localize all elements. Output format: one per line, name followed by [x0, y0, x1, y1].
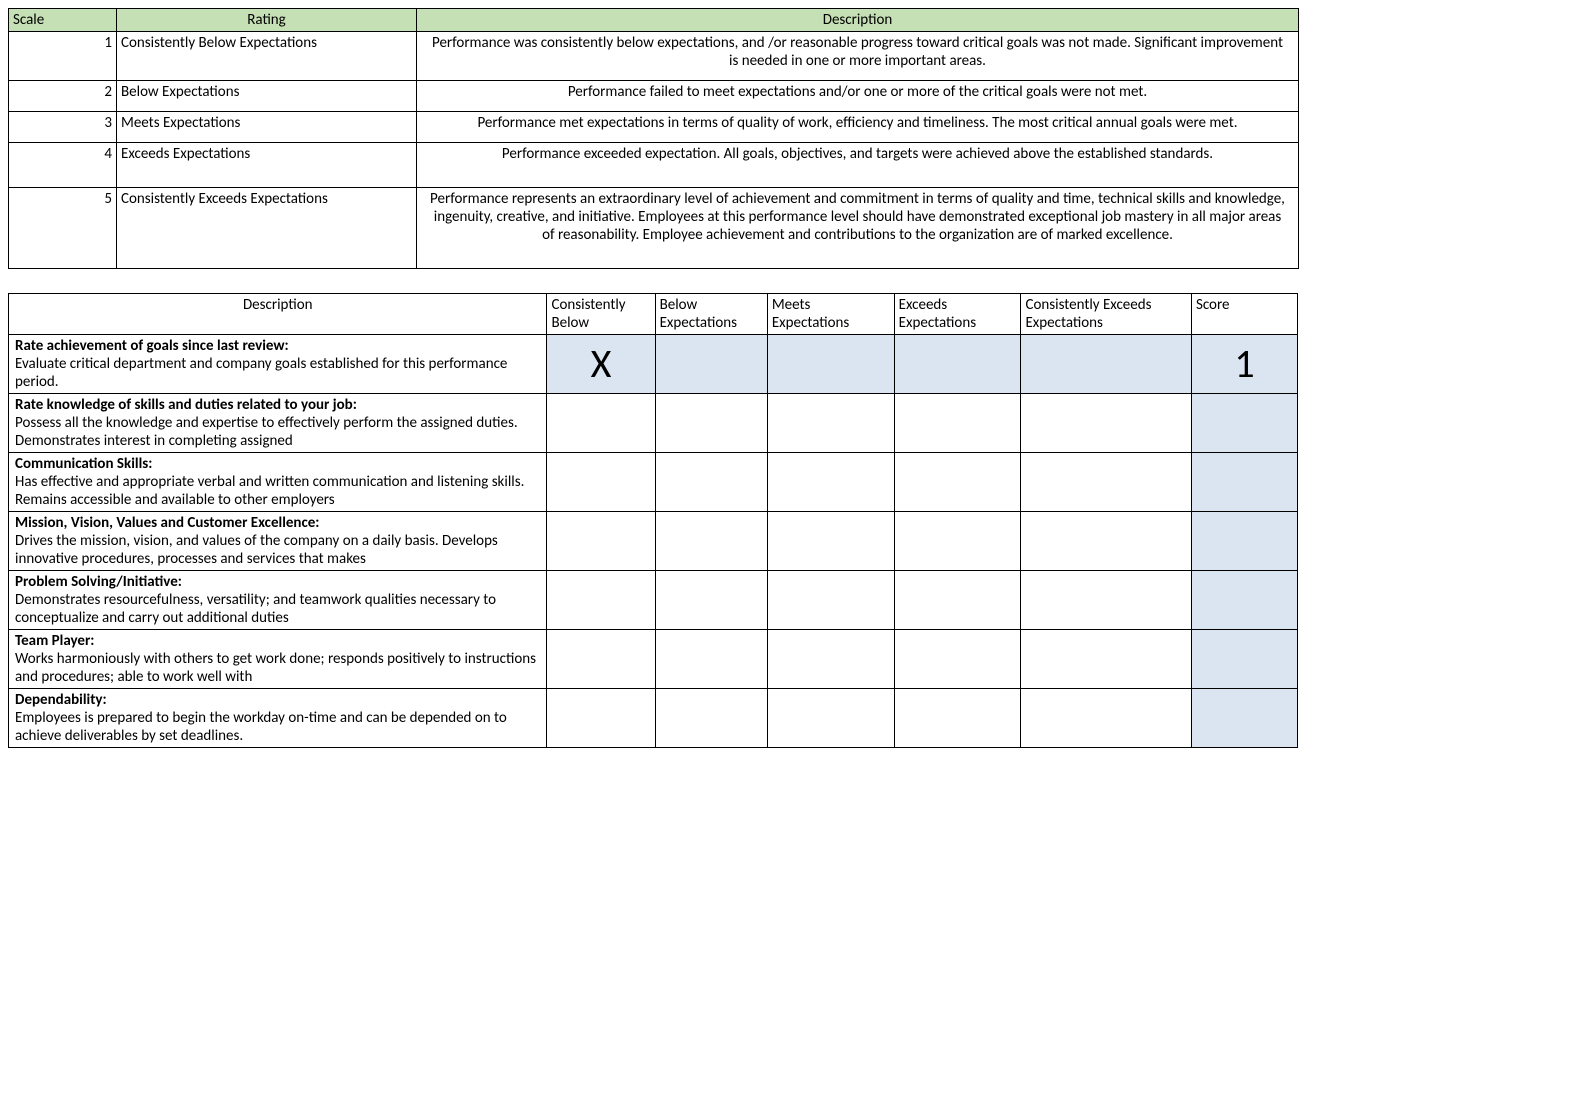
rating-cell-meets[interactable]: [767, 335, 894, 394]
rating-label: Consistently Below Expectations: [117, 32, 417, 81]
criterion-description: Dependability: Employees is prepared to …: [9, 689, 547, 748]
rating-cell-consistently-below[interactable]: X: [547, 335, 655, 394]
rating-description: Performance exceeded expectation. All go…: [417, 143, 1299, 188]
table-row: 2 Below Expectations Performance failed …: [9, 81, 1299, 112]
criterion-description: Rate knowledge of skills and duties rela…: [9, 394, 547, 453]
rating-description: Performance represents an extraordinary …: [417, 188, 1299, 269]
header-exceeds-expectations: Exceeds Expectations: [894, 294, 1021, 335]
score-cell[interactable]: [1191, 630, 1297, 689]
rating-cell-meets[interactable]: [767, 512, 894, 571]
rating-label: Exceeds Expectations: [117, 143, 417, 188]
rating-cell-exceeds[interactable]: [894, 571, 1021, 630]
header-consistently-below: Consistently Below: [547, 294, 655, 335]
rating-label: Consistently Exceeds Expectations: [117, 188, 417, 269]
rating-cell-exceeds[interactable]: [894, 689, 1021, 748]
criterion-description: Communication Skills: Has effective and …: [9, 453, 547, 512]
header-rating: Rating: [117, 9, 417, 32]
rating-cell-exceeds[interactable]: [894, 630, 1021, 689]
rating-cell-consistently-exceeds[interactable]: [1021, 335, 1191, 394]
rating-cell-consistently-exceeds[interactable]: [1021, 630, 1191, 689]
rating-cell-below[interactable]: [655, 453, 767, 512]
rating-cell-consistently-exceeds[interactable]: [1021, 453, 1191, 512]
rating-cell-consistently-below[interactable]: [547, 571, 655, 630]
score-cell[interactable]: [1191, 453, 1297, 512]
scale-number: 4: [9, 143, 117, 188]
criterion-description: Problem Solving/Initiative: Demonstrates…: [9, 571, 547, 630]
rating-cell-meets[interactable]: [767, 689, 894, 748]
scale-number: 1: [9, 32, 117, 81]
score-cell[interactable]: [1191, 512, 1297, 571]
table-row: Rate knowledge of skills and duties rela…: [9, 394, 1298, 453]
table-row: Dependability: Employees is prepared to …: [9, 689, 1298, 748]
evaluation-table: Description Consistently Below Below Exp…: [8, 293, 1298, 748]
criterion-description: Rate achievement of goals since last rev…: [9, 335, 547, 394]
rating-cell-exceeds[interactable]: [894, 512, 1021, 571]
rating-cell-consistently-below[interactable]: [547, 689, 655, 748]
header-scale: Scale: [9, 9, 117, 32]
scale-legend-table: Scale Rating Description 1 Consistently …: [8, 8, 1299, 269]
header-meets-expectations: Meets Expectations: [767, 294, 894, 335]
rating-cell-exceeds[interactable]: [894, 394, 1021, 453]
table-row: 1 Consistently Below Expectations Perfor…: [9, 32, 1299, 81]
rating-label: Meets Expectations: [117, 112, 417, 143]
rating-cell-consistently-below[interactable]: [547, 394, 655, 453]
header-description: Description: [9, 294, 547, 335]
rating-cell-below[interactable]: [655, 394, 767, 453]
criterion-description: Team Player: Works harmoniously with oth…: [9, 630, 547, 689]
table-row: 5 Consistently Exceeds Expectations Perf…: [9, 188, 1299, 269]
rating-cell-below[interactable]: [655, 630, 767, 689]
rating-description: Performance met expectations in terms of…: [417, 112, 1299, 143]
rating-cell-below[interactable]: [655, 335, 767, 394]
rating-cell-consistently-exceeds[interactable]: [1021, 394, 1191, 453]
rating-cell-exceeds[interactable]: [894, 453, 1021, 512]
score-cell[interactable]: 1: [1191, 335, 1297, 394]
rating-cell-below[interactable]: [655, 571, 767, 630]
rating-cell-below[interactable]: [655, 689, 767, 748]
rating-description: Performance was consistently below expec…: [417, 32, 1299, 81]
rating-cell-consistently-exceeds[interactable]: [1021, 512, 1191, 571]
table-row: 3 Meets Expectations Performance met exp…: [9, 112, 1299, 143]
header-below-expectations: Below Expectations: [655, 294, 767, 335]
table-row: 4 Exceeds Expectations Performance excee…: [9, 143, 1299, 188]
table-row: Problem Solving/Initiative: Demonstrates…: [9, 571, 1298, 630]
score-cell[interactable]: [1191, 689, 1297, 748]
scale-number: 2: [9, 81, 117, 112]
rating-cell-exceeds[interactable]: [894, 335, 1021, 394]
header-consistently-exceeds: Consistently Exceeds Expectations: [1021, 294, 1191, 335]
table-row: Team Player: Works harmoniously with oth…: [9, 630, 1298, 689]
scale-number: 3: [9, 112, 117, 143]
rating-cell-meets[interactable]: [767, 453, 894, 512]
criterion-description: Mission, Vision, Values and Customer Exc…: [9, 512, 547, 571]
table-row: Rate achievement of goals since last rev…: [9, 335, 1298, 394]
rating-cell-meets[interactable]: [767, 394, 894, 453]
rating-cell-meets[interactable]: [767, 630, 894, 689]
rating-description: Performance failed to meet expectations …: [417, 81, 1299, 112]
rating-cell-consistently-exceeds[interactable]: [1021, 689, 1191, 748]
header-score: Score: [1191, 294, 1297, 335]
scale-number: 5: [9, 188, 117, 269]
rating-cell-meets[interactable]: [767, 571, 894, 630]
rating-cell-consistently-below[interactable]: [547, 630, 655, 689]
header-description: Description: [417, 9, 1299, 32]
table-row: Communication Skills: Has effective and …: [9, 453, 1298, 512]
rating-cell-consistently-below[interactable]: [547, 512, 655, 571]
rating-cell-consistently-below[interactable]: [547, 453, 655, 512]
rating-label: Below Expectations: [117, 81, 417, 112]
score-cell[interactable]: [1191, 571, 1297, 630]
rating-cell-consistently-exceeds[interactable]: [1021, 571, 1191, 630]
rating-cell-below[interactable]: [655, 512, 767, 571]
table-row: Mission, Vision, Values and Customer Exc…: [9, 512, 1298, 571]
score-cell[interactable]: [1191, 394, 1297, 453]
